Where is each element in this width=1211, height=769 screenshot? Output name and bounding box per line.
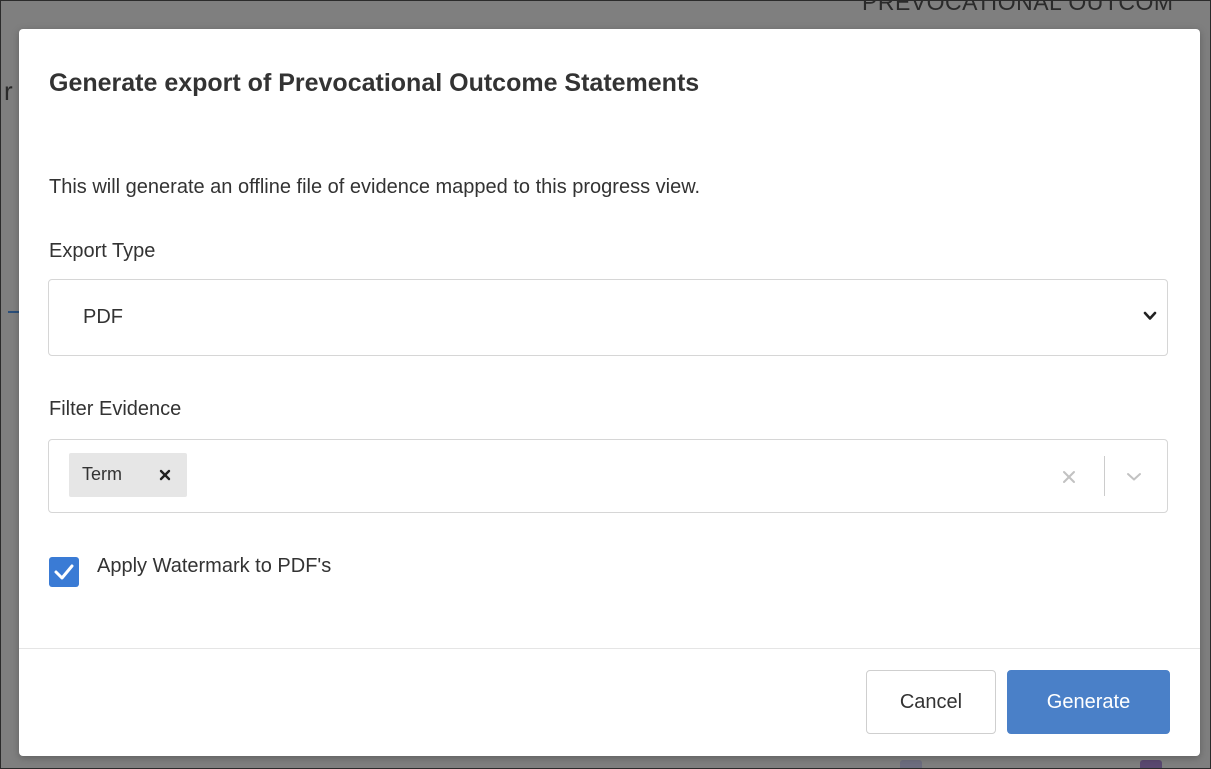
background-text-fragment: r: [4, 76, 13, 106]
export-dialog: Generate export of Prevocational Outcome…: [19, 29, 1200, 756]
filter-evidence-multiselect[interactable]: Term: [48, 439, 1168, 513]
cancel-button[interactable]: Cancel: [866, 670, 996, 734]
filter-tag-label: Term: [82, 464, 122, 484]
dialog-description: This will generate an offline file of ev…: [49, 176, 701, 198]
footer-divider: [19, 648, 1200, 649]
clear-selection-icon[interactable]: [1061, 469, 1077, 485]
checkmark-icon: [54, 564, 74, 580]
filter-tag-term: Term: [69, 453, 187, 497]
chevron-down-icon: [1143, 309, 1157, 323]
background-legend-swatch: [1140, 760, 1162, 769]
export-type-value: PDF: [83, 306, 123, 328]
filter-evidence-label: Filter Evidence: [49, 398, 182, 420]
close-icon[interactable]: [158, 468, 172, 482]
export-type-label: Export Type: [49, 240, 156, 262]
watermark-checkbox[interactable]: [49, 557, 79, 587]
chevron-down-icon[interactable]: [1125, 468, 1143, 486]
dialog-title: Generate export of Prevocational Outcome…: [49, 69, 700, 97]
watermark-label: Apply Watermark to PDF's: [97, 555, 332, 577]
background-page-header: PREVOCATIONAL OUTCOM: [862, 0, 1174, 15]
indicator-separator: [1104, 456, 1105, 496]
background-legend-swatch: [900, 760, 922, 769]
export-type-select[interactable]: PDF: [48, 279, 1168, 356]
generate-button[interactable]: Generate: [1007, 670, 1170, 734]
